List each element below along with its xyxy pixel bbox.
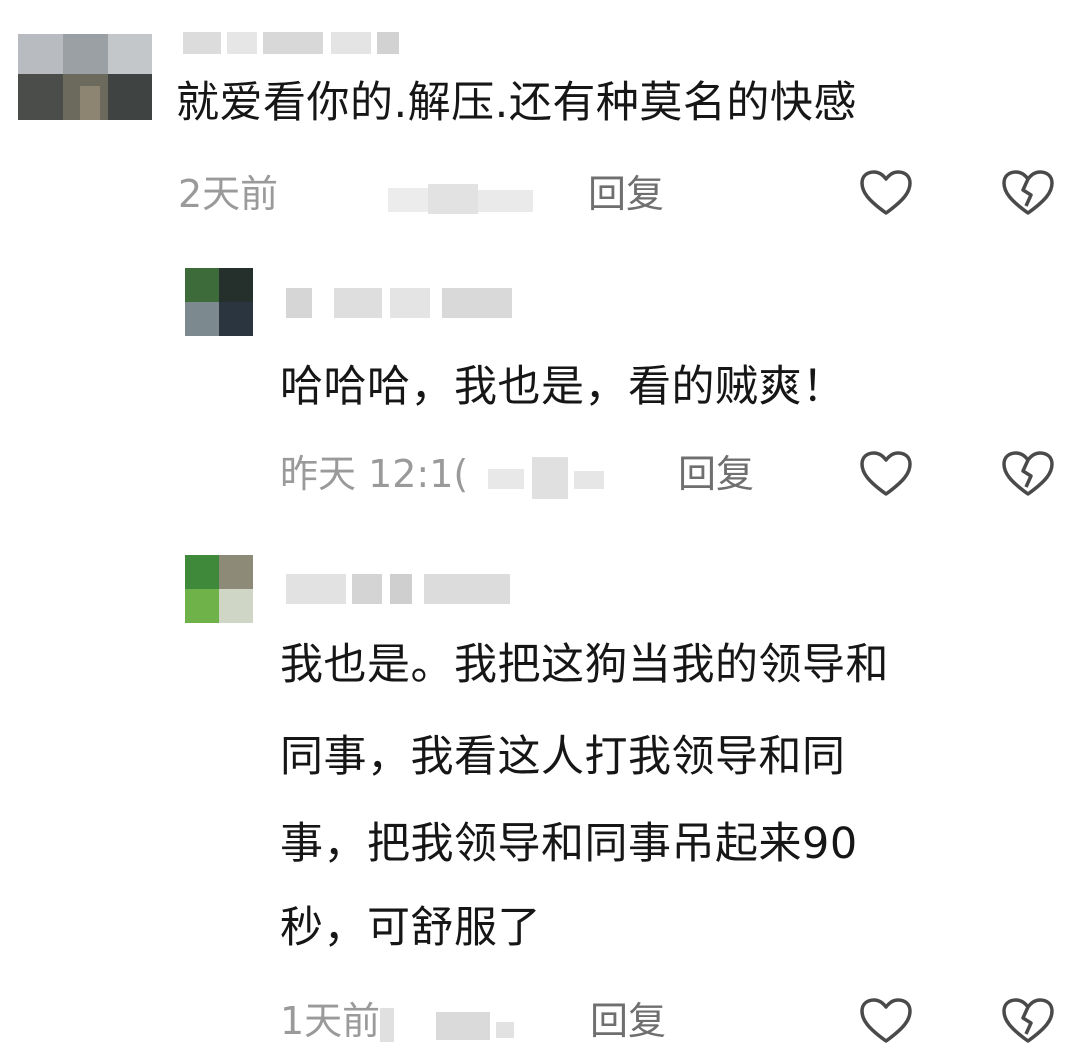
dislike-broken-heart-icon[interactable] (1000, 168, 1056, 218)
reply-button[interactable]: 回复 (590, 1002, 666, 1040)
like-heart-icon[interactable] (858, 168, 914, 218)
comment-text: 哈哈哈，我也是，看的贼爽！ (280, 362, 846, 412)
blurred-region (380, 1004, 530, 1044)
reply-button[interactable]: 回复 (588, 175, 664, 213)
username-blurred[interactable] (286, 574, 526, 604)
username-blurred[interactable] (286, 288, 526, 318)
reply-button[interactable]: 回复 (678, 455, 754, 493)
comment-text-line: 我也是。我把这狗当我的领导和 (280, 640, 889, 690)
comment-time: 昨天 12:1( (280, 452, 469, 496)
comment-time: 1天前 (280, 999, 381, 1043)
blurred-region (388, 182, 538, 218)
like-heart-icon[interactable] (858, 996, 914, 1046)
dislike-broken-heart-icon[interactable] (1000, 996, 1056, 1046)
like-heart-icon[interactable] (858, 449, 914, 499)
comment-text-line: 事，把我领导和同事吊起来90 (280, 819, 858, 869)
avatar[interactable] (185, 268, 253, 336)
comment-time: 2天前 (178, 172, 279, 216)
blurred-region (488, 457, 608, 499)
avatar[interactable] (18, 34, 152, 120)
comment-text-line: 同事，我看这人打我领导和同 (280, 732, 846, 782)
comment-text-line: 秒，可舒服了 (280, 903, 541, 953)
comment-text: 就爱看你的.解压.还有种莫名的快感 (176, 78, 857, 128)
dislike-broken-heart-icon[interactable] (1000, 449, 1056, 499)
username-blurred[interactable] (183, 32, 403, 54)
avatar[interactable] (185, 555, 253, 623)
